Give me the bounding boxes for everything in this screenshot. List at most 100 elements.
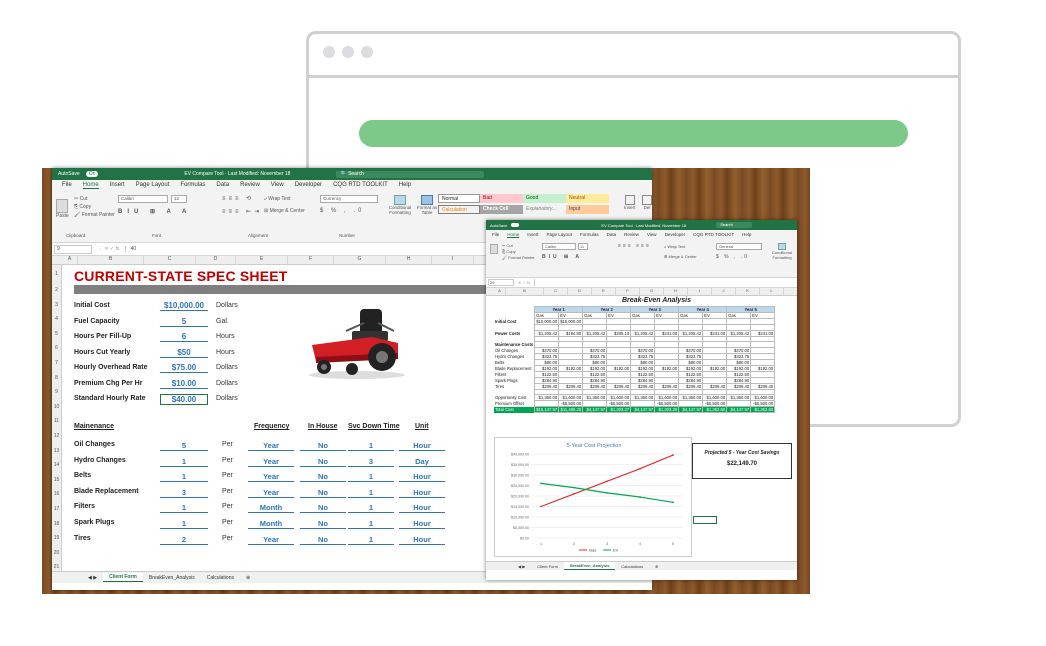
menu-item-review[interactable]: Review bbox=[624, 232, 639, 238]
svc-down-time-input[interactable]: 1 bbox=[348, 535, 394, 545]
table-cell[interactable]: $11,486.20 bbox=[558, 406, 584, 414]
menu-item-view[interactable]: View bbox=[647, 232, 657, 238]
table-cell[interactable]: $1,360.00 bbox=[726, 394, 752, 402]
row-header[interactable]: 4 bbox=[52, 312, 61, 327]
table-cell[interactable]: -$5,500.00 bbox=[654, 400, 680, 408]
frequency-select[interactable]: Year bbox=[248, 535, 294, 545]
menu-item-formulas[interactable]: Formulas bbox=[180, 182, 205, 189]
row-header[interactable]: 5 bbox=[52, 327, 61, 342]
conditional-formatting-button[interactable]: Conditional Formatting bbox=[385, 195, 415, 215]
maintenance-qty-input[interactable]: 3 bbox=[160, 488, 208, 498]
number-buttons[interactable]: $ % , .0 bbox=[320, 208, 364, 214]
add-sheet-icon[interactable]: ⊕ bbox=[649, 563, 664, 570]
table-cell[interactable]: $4,147.97 bbox=[726, 406, 752, 414]
table-cell[interactable]: $1,203.30 bbox=[654, 406, 680, 414]
svc-down-time-input[interactable]: 1 bbox=[348, 441, 394, 451]
column-header[interactable]: E bbox=[592, 288, 616, 295]
table-cell[interactable]: -$5,500.00 bbox=[558, 400, 584, 408]
table-cell[interactable]: $1,600.00 bbox=[558, 394, 584, 402]
column-header[interactable]: K bbox=[736, 288, 760, 295]
table-cell[interactable]: $1,600.00 bbox=[654, 394, 680, 402]
sheet-tab[interactable]: Client Form bbox=[103, 573, 143, 582]
column-header[interactable]: E bbox=[236, 256, 288, 264]
column-header[interactable]: D bbox=[196, 256, 236, 264]
row-header[interactable]: 13 bbox=[52, 444, 61, 459]
number-format-select-2[interactable]: General bbox=[716, 243, 762, 250]
conditional-formatting-button-2[interactable]: Conditional Formatting bbox=[768, 243, 796, 260]
autosave-toggle[interactable]: On bbox=[85, 171, 99, 177]
format-painter-button[interactable]: 🖌 Format Painter bbox=[74, 211, 115, 219]
column-header[interactable]: B bbox=[506, 288, 544, 295]
row-header[interactable]: 17 bbox=[52, 502, 61, 517]
row-header[interactable]: 10 bbox=[52, 400, 61, 415]
menu-item-cqg-rtd-toolkit[interactable]: CQG RTD TOOLKIT bbox=[333, 182, 388, 189]
table-cell[interactable]: $1,360.00 bbox=[534, 394, 560, 402]
menu-item-home[interactable]: Home bbox=[507, 232, 520, 238]
table-cell[interactable]: $4,147.97 bbox=[630, 406, 656, 414]
column-header[interactable]: I bbox=[432, 256, 474, 264]
frequency-select[interactable]: Month bbox=[248, 503, 294, 514]
insert-cells-button[interactable]: Insert bbox=[624, 195, 635, 210]
spec-value-input[interactable]: $10,000.00 bbox=[160, 301, 208, 311]
table-cell[interactable]: $4,147.97 bbox=[582, 406, 608, 414]
copy-button[interactable]: ⎘ Copy bbox=[74, 203, 115, 211]
menu-item-cqg-rtd-toolkit[interactable]: CQG RTD TOOLKIT bbox=[693, 232, 734, 238]
column-header[interactable]: F bbox=[616, 288, 640, 295]
table-cell[interactable]: $1,600.00 bbox=[702, 394, 728, 402]
column-header[interactable]: C bbox=[544, 288, 568, 295]
menu-item-help[interactable]: Help bbox=[742, 232, 751, 238]
tab-scroll-icon[interactable]: ◀ ▶ bbox=[82, 574, 103, 582]
menu-item-developer[interactable]: Developer bbox=[665, 232, 686, 238]
row-header[interactable]: 21 bbox=[52, 560, 61, 575]
table-cell[interactable]: -$5,500.00 bbox=[750, 400, 776, 408]
align-buttons-2[interactable]: ≡≡≡ ⇤⇥ bbox=[222, 208, 262, 215]
style-explanatory[interactable]: Explanatory... bbox=[523, 205, 566, 214]
svc-down-time-input[interactable]: 1 bbox=[348, 472, 394, 483]
menu-item-insert[interactable]: Insert bbox=[110, 182, 125, 189]
menu-item-page-layout[interactable]: Page Layout bbox=[136, 182, 170, 189]
sheet-tab[interactable]: Calculations bbox=[615, 563, 649, 570]
column-header[interactable]: J bbox=[712, 288, 736, 295]
style-neutral[interactable]: Neutral bbox=[566, 194, 609, 203]
maintenance-qty-input[interactable]: 5 bbox=[160, 441, 208, 451]
table-cell[interactable]: $4,147.97 bbox=[678, 406, 704, 414]
row-header[interactable]: 2 bbox=[52, 283, 61, 298]
merge-center-button[interactable]: ⊞ Merge & Center bbox=[264, 208, 305, 214]
table-cell[interactable]: $1,205.42 bbox=[630, 329, 656, 337]
table-cell[interactable]: $1,205.42 bbox=[582, 329, 608, 337]
row-header[interactable]: 18 bbox=[52, 517, 61, 532]
align-buttons-2b[interactable]: ≡≡≡ ≡≡≡ bbox=[618, 243, 651, 249]
frequency-select[interactable]: Year bbox=[248, 441, 294, 451]
table-cell[interactable]: $1,600.00 bbox=[606, 394, 632, 402]
menu-item-review[interactable]: Review bbox=[240, 182, 260, 189]
tab-scroll-icon[interactable]: ◀ ▶ bbox=[512, 563, 531, 570]
column-header[interactable]: G bbox=[640, 288, 664, 295]
cut-button[interactable]: ✂ Cut bbox=[74, 195, 115, 203]
style-check-cell[interactable]: Check Cell bbox=[480, 205, 523, 214]
name-box-2[interactable]: 29 bbox=[488, 279, 514, 286]
maintenance-qty-input[interactable]: 1 bbox=[160, 457, 208, 467]
paste-button[interactable]: Paste bbox=[56, 199, 69, 219]
frequency-select[interactable]: Year bbox=[248, 472, 294, 483]
row-header[interactable]: 8 bbox=[52, 371, 61, 386]
svc-down-time-input[interactable]: 1 bbox=[348, 503, 394, 514]
table-cell[interactable]: $1,360.00 bbox=[582, 394, 608, 402]
font-select-2[interactable]: Calibri bbox=[542, 243, 576, 250]
table-cell[interactable]: -$5,500.00 bbox=[606, 400, 632, 408]
font-format-buttons-2[interactable]: BIU ⊞ A bbox=[542, 254, 582, 260]
frequency-select[interactable]: Year bbox=[248, 488, 294, 498]
column-header[interactable]: L bbox=[760, 288, 784, 295]
table-cell[interactable]: $1,205.42 bbox=[534, 329, 560, 337]
row-header[interactable]: 3 bbox=[52, 298, 61, 313]
table-cell[interactable]: $10,000.00 bbox=[534, 318, 560, 325]
column-header[interactable]: A bbox=[62, 256, 78, 264]
row-header[interactable]: 20 bbox=[52, 546, 61, 561]
menu-item-file[interactable]: File bbox=[62, 182, 72, 189]
font-format-buttons[interactable]: BIU ⊞ A A bbox=[118, 208, 191, 215]
sheet-tab[interactable]: BreakEven_Analysis bbox=[563, 562, 616, 570]
unit-select[interactable]: Hour bbox=[399, 472, 445, 483]
style-good[interactable]: Good bbox=[523, 194, 566, 203]
unit-select[interactable]: Hour bbox=[399, 441, 445, 451]
style-normal[interactable]: Normal bbox=[438, 194, 480, 203]
formula-input-2[interactable] bbox=[534, 279, 797, 286]
